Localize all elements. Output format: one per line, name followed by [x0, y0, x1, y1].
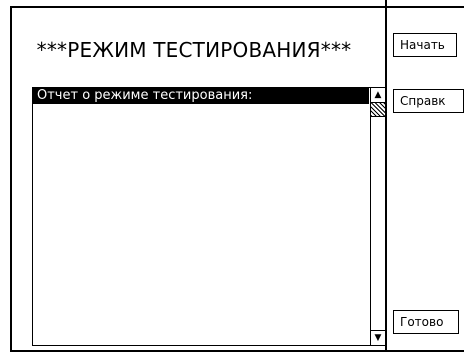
- scroll-down-arrow-icon[interactable]: ▼: [371, 330, 385, 345]
- report-scrollbar[interactable]: ▲ ▼: [370, 88, 385, 345]
- help-button[interactable]: Справк: [393, 89, 464, 113]
- start-button[interactable]: Начать: [393, 33, 457, 57]
- report-header: Отчет о режиме тестирования:: [33, 88, 369, 104]
- scroll-up-arrow-icon[interactable]: ▲: [371, 88, 385, 103]
- test-report-panel: Отчет о режиме тестирования: ▲ ▼: [32, 87, 386, 346]
- done-button[interactable]: Готово: [393, 310, 459, 334]
- page-title: ***РЕЖИМ ТЕСТИРОВАНИЯ***: [36, 38, 352, 62]
- scrollbar-thumb[interactable]: [371, 103, 385, 117]
- report-content: Отчет о режиме тестирования:: [33, 88, 369, 345]
